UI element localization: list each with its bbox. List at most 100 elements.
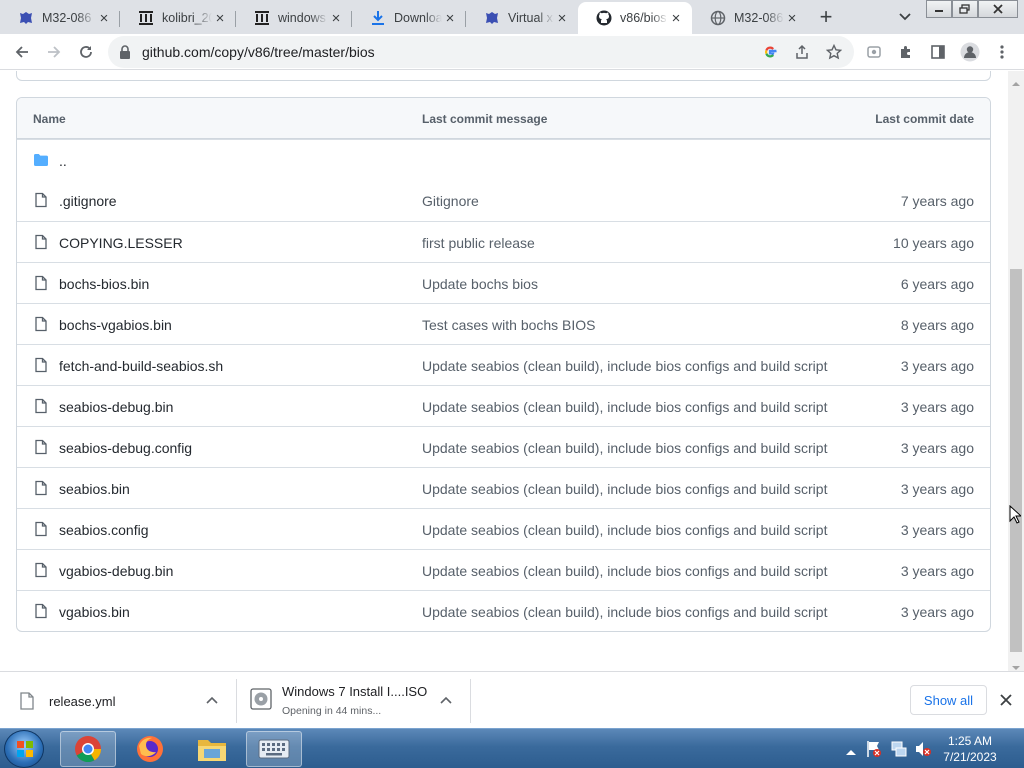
tab-title: M32-086	[734, 11, 784, 25]
show-hidden-icons-icon[interactable]	[846, 743, 856, 761]
commit-date: 3 years ago	[900, 604, 974, 620]
parent-directory-row[interactable]: ..	[17, 139, 990, 180]
close-icon[interactable]	[998, 692, 1014, 708]
close-tab-icon[interactable]: ×	[784, 10, 800, 27]
show-all-downloads-button[interactable]: Show all	[910, 685, 987, 715]
commit-message-link[interactable]: Update seabios (clean build), include bi…	[422, 440, 827, 456]
file-row[interactable]: .gitignore Gitignore 7 years ago	[17, 180, 990, 221]
commit-message-link[interactable]: Gitignore	[422, 193, 479, 209]
chrome-icon[interactable]	[60, 731, 116, 767]
commit-message-link[interactable]: Update seabios (clean build), include bi…	[422, 522, 827, 538]
page-scrollbar[interactable]	[1008, 71, 1024, 671]
commit-message-link[interactable]: Update seabios (clean build), include bi…	[422, 481, 827, 497]
scrollbar-thumb[interactable]	[1010, 269, 1022, 652]
firefox-icon[interactable]	[122, 731, 178, 767]
file-rows: .gitignore Gitignore 7 years ago COPYING.LE…	[17, 180, 990, 631]
file-icon	[33, 603, 49, 619]
commit-date: 3 years ago	[900, 440, 974, 456]
tab-title: windows	[278, 11, 326, 25]
file-row[interactable]: seabios-debug.bin Update seabios (clean b…	[17, 385, 990, 426]
file-row[interactable]: vgabios.bin Update seabios (clean build),…	[17, 590, 990, 631]
clock-time: 1:25 AM	[947, 734, 993, 748]
file-name-link[interactable]: COPYING.LESSER	[59, 235, 183, 251]
file-icon	[33, 398, 49, 414]
browser-tab[interactable]: M32-086 ×	[0, 2, 120, 34]
close-tab-icon[interactable]: ×	[212, 10, 228, 27]
browser-tab[interactable]: Downloa ×	[352, 2, 466, 34]
tab-title: M32-086	[42, 11, 92, 25]
scroll-up-arrow-icon[interactable]	[1012, 75, 1020, 86]
close-tab-icon[interactable]: ×	[442, 10, 458, 27]
browser-tab[interactable]: windows ×	[236, 2, 352, 34]
commit-message-link[interactable]: Update seabios (clean build), include bi…	[422, 358, 827, 374]
file-row[interactable]: seabios.config Update seabios (clean buil…	[17, 508, 990, 549]
file-name-link[interactable]: seabios.bin	[59, 481, 130, 497]
browser-tab[interactable]: M32-086 ×	[692, 2, 808, 34]
extension-screenshot-icon[interactable]	[860, 38, 888, 66]
url-text[interactable]: github.com/copy/v86/tree/master/bios	[142, 44, 375, 60]
file-row[interactable]: fetch-and-build-seabios.sh Update seabios…	[17, 344, 990, 385]
browser-tab[interactable]: kolibri_20 ×	[120, 2, 236, 34]
extensions-puzzle-icon[interactable]	[892, 38, 920, 66]
back-button[interactable]	[8, 38, 36, 66]
commit-message-link[interactable]: Update seabios (clean build), include bi…	[422, 563, 827, 579]
commit-message-link[interactable]: Update bochs bios	[422, 276, 538, 292]
download-item[interactable]: release.yml	[12, 678, 232, 724]
share-icon[interactable]	[791, 41, 813, 63]
file-name-link[interactable]: bochs-vgabios.bin	[59, 317, 172, 333]
file-row[interactable]: vgabios-debug.bin Update seabios (clean b…	[17, 549, 990, 590]
restore-window-button[interactable]	[952, 0, 978, 18]
commit-message-link[interactable]: Update seabios (clean build), include bi…	[422, 399, 827, 415]
action-center-flag-icon[interactable]	[866, 740, 882, 763]
file-name-link[interactable]: seabios-debug.config	[59, 440, 192, 456]
globe-icon	[710, 10, 726, 26]
commit-date: 10 years ago	[893, 235, 974, 251]
side-panel-icon[interactable]	[924, 38, 952, 66]
network-icon[interactable]	[890, 740, 908, 763]
browser-tab-active[interactable]: v86/bios ×	[578, 2, 692, 34]
file-row[interactable]: seabios-debug.config Update seabios (clea…	[17, 426, 990, 467]
lock-icon[interactable]	[118, 44, 132, 65]
more-menu-icon[interactable]	[988, 38, 1016, 66]
close-tab-icon[interactable]: ×	[554, 10, 570, 27]
bookmark-star-icon[interactable]	[823, 41, 845, 63]
chevron-up-icon[interactable]	[438, 693, 454, 709]
file-row[interactable]: bochs-vgabios.bin Test cases with bochs B…	[17, 303, 990, 344]
address-bar[interactable]: github.com/copy/v86/tree/master/bios	[108, 36, 854, 68]
file-name-link[interactable]: vgabios-debug.bin	[59, 563, 173, 579]
parent-directory-link[interactable]: ..	[59, 153, 67, 169]
commit-date: 7 years ago	[900, 193, 974, 209]
start-button[interactable]	[4, 730, 44, 768]
google-icon[interactable]	[759, 41, 781, 63]
file-name-link[interactable]: bochs-bios.bin	[59, 276, 149, 292]
taskbar-clock[interactable]: 1:25 AM 7/21/2023	[930, 733, 1010, 765]
close-window-button[interactable]	[978, 0, 1018, 18]
close-tab-icon[interactable]: ×	[328, 10, 344, 27]
file-name-link[interactable]: fetch-and-build-seabios.sh	[59, 358, 223, 374]
browser-tab[interactable]: Virtual x8 ×	[466, 2, 578, 34]
profile-avatar-icon[interactable]	[956, 38, 984, 66]
reload-button[interactable]	[72, 38, 100, 66]
download-item[interactable]: Windows 7 Install I....ISO Opening in 44…	[240, 678, 468, 724]
new-tab-button[interactable]: +	[812, 4, 840, 29]
minimize-window-button[interactable]	[926, 0, 952, 18]
scroll-down-arrow-icon[interactable]	[1012, 659, 1020, 670]
close-tab-icon[interactable]: ×	[668, 10, 684, 27]
on-screen-keyboard-icon[interactable]	[246, 731, 302, 767]
file-name-link[interactable]: vgabios.bin	[59, 604, 130, 620]
file-row[interactable]: seabios.bin Update seabios (clean build),…	[17, 467, 990, 508]
close-tab-icon[interactable]: ×	[96, 10, 112, 27]
file-name-link[interactable]: .gitignore	[59, 193, 117, 209]
commit-message-link[interactable]: Test cases with bochs BIOS	[422, 317, 596, 333]
commit-message-link[interactable]: first public release	[422, 235, 535, 251]
forward-button[interactable]	[40, 38, 68, 66]
file-name-link[interactable]: seabios.config	[59, 522, 149, 538]
file-row[interactable]: bochs-bios.bin Update bochs bios 6 years a…	[17, 262, 990, 303]
chevron-up-icon[interactable]	[204, 693, 220, 709]
chevron-down-icon[interactable]	[893, 6, 917, 28]
file-icon	[33, 234, 49, 250]
commit-message-link[interactable]: Update seabios (clean build), include bi…	[422, 604, 827, 620]
file-name-link[interactable]: seabios-debug.bin	[59, 399, 173, 415]
file-explorer-icon[interactable]	[184, 731, 240, 767]
file-row[interactable]: COPYING.LESSER first public release 10 yea…	[17, 221, 990, 262]
